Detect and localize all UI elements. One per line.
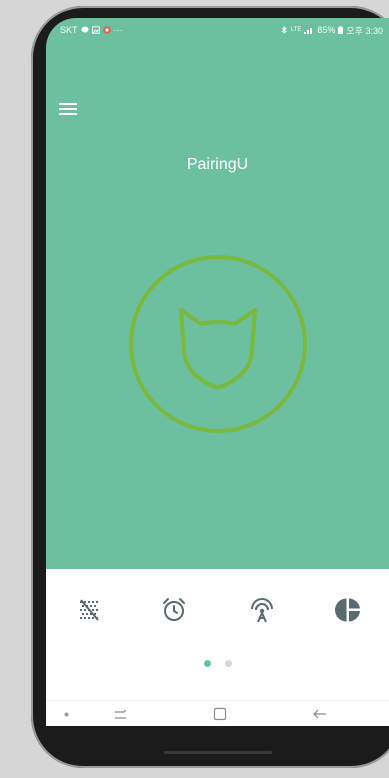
mute-button[interactable] — [72, 593, 106, 627]
gallery-icon — [91, 26, 100, 34]
page-dot[interactable] — [224, 660, 232, 667]
page-dot-active[interactable] — [203, 660, 211, 667]
no-sound-icon — [80, 599, 99, 621]
carrier-label: SKT — [60, 25, 78, 35]
status-bar: SKT ··· LTE 85% 오후 3:30 — [46, 18, 389, 42]
header-area: SKT ··· LTE 85% 오후 3:30 PairingU — [46, 18, 389, 569]
feature-panel — [46, 569, 389, 700]
menu-icon-line — [59, 113, 77, 115]
app-notification-icon — [102, 26, 111, 34]
bluetooth-icon — [281, 26, 287, 34]
status-left: SKT ··· — [60, 25, 123, 35]
home-button[interactable] — [209, 704, 231, 724]
recent-apps-button[interactable] — [110, 704, 132, 724]
network-type: LTE — [290, 27, 302, 33]
home-square-icon — [213, 707, 227, 721]
alarm-clock-icon — [163, 598, 185, 621]
cat-shield-logo-icon[interactable] — [127, 253, 309, 435]
screen: SKT ··· LTE 85% 오후 3:30 PairingU — [46, 18, 389, 726]
pie-chart-icon — [335, 598, 360, 622]
statistics-button[interactable] — [331, 593, 365, 627]
broadcast-button[interactable] — [245, 593, 279, 627]
menu-button[interactable] — [59, 103, 77, 117]
app-title: PairingU — [186, 156, 249, 173]
menu-icon-line — [59, 103, 77, 105]
signal-icon — [304, 28, 313, 34]
phone-bottom-bar — [164, 751, 272, 754]
back-arrow-icon — [313, 709, 326, 719]
clock: 오후 3:30 — [346, 25, 383, 36]
chat-icon — [80, 26, 89, 33]
status-right: LTE 85% 오후 3:30 — [280, 24, 383, 37]
more-notifications: ··· — [113, 25, 123, 35]
battery-percent: 85% — [317, 25, 336, 35]
back-button[interactable] — [309, 704, 331, 724]
alarm-button[interactable] — [157, 593, 191, 627]
page-indicator — [46, 660, 389, 667]
battery-icon — [338, 26, 344, 34]
menu-icon-line — [59, 108, 77, 110]
android-nav-bar — [46, 700, 389, 726]
nav-dot-indicator — [58, 704, 74, 724]
recent-apps-icon — [115, 709, 127, 719]
dot-icon — [64, 712, 68, 716]
signal-broadcast-icon — [251, 598, 273, 623]
